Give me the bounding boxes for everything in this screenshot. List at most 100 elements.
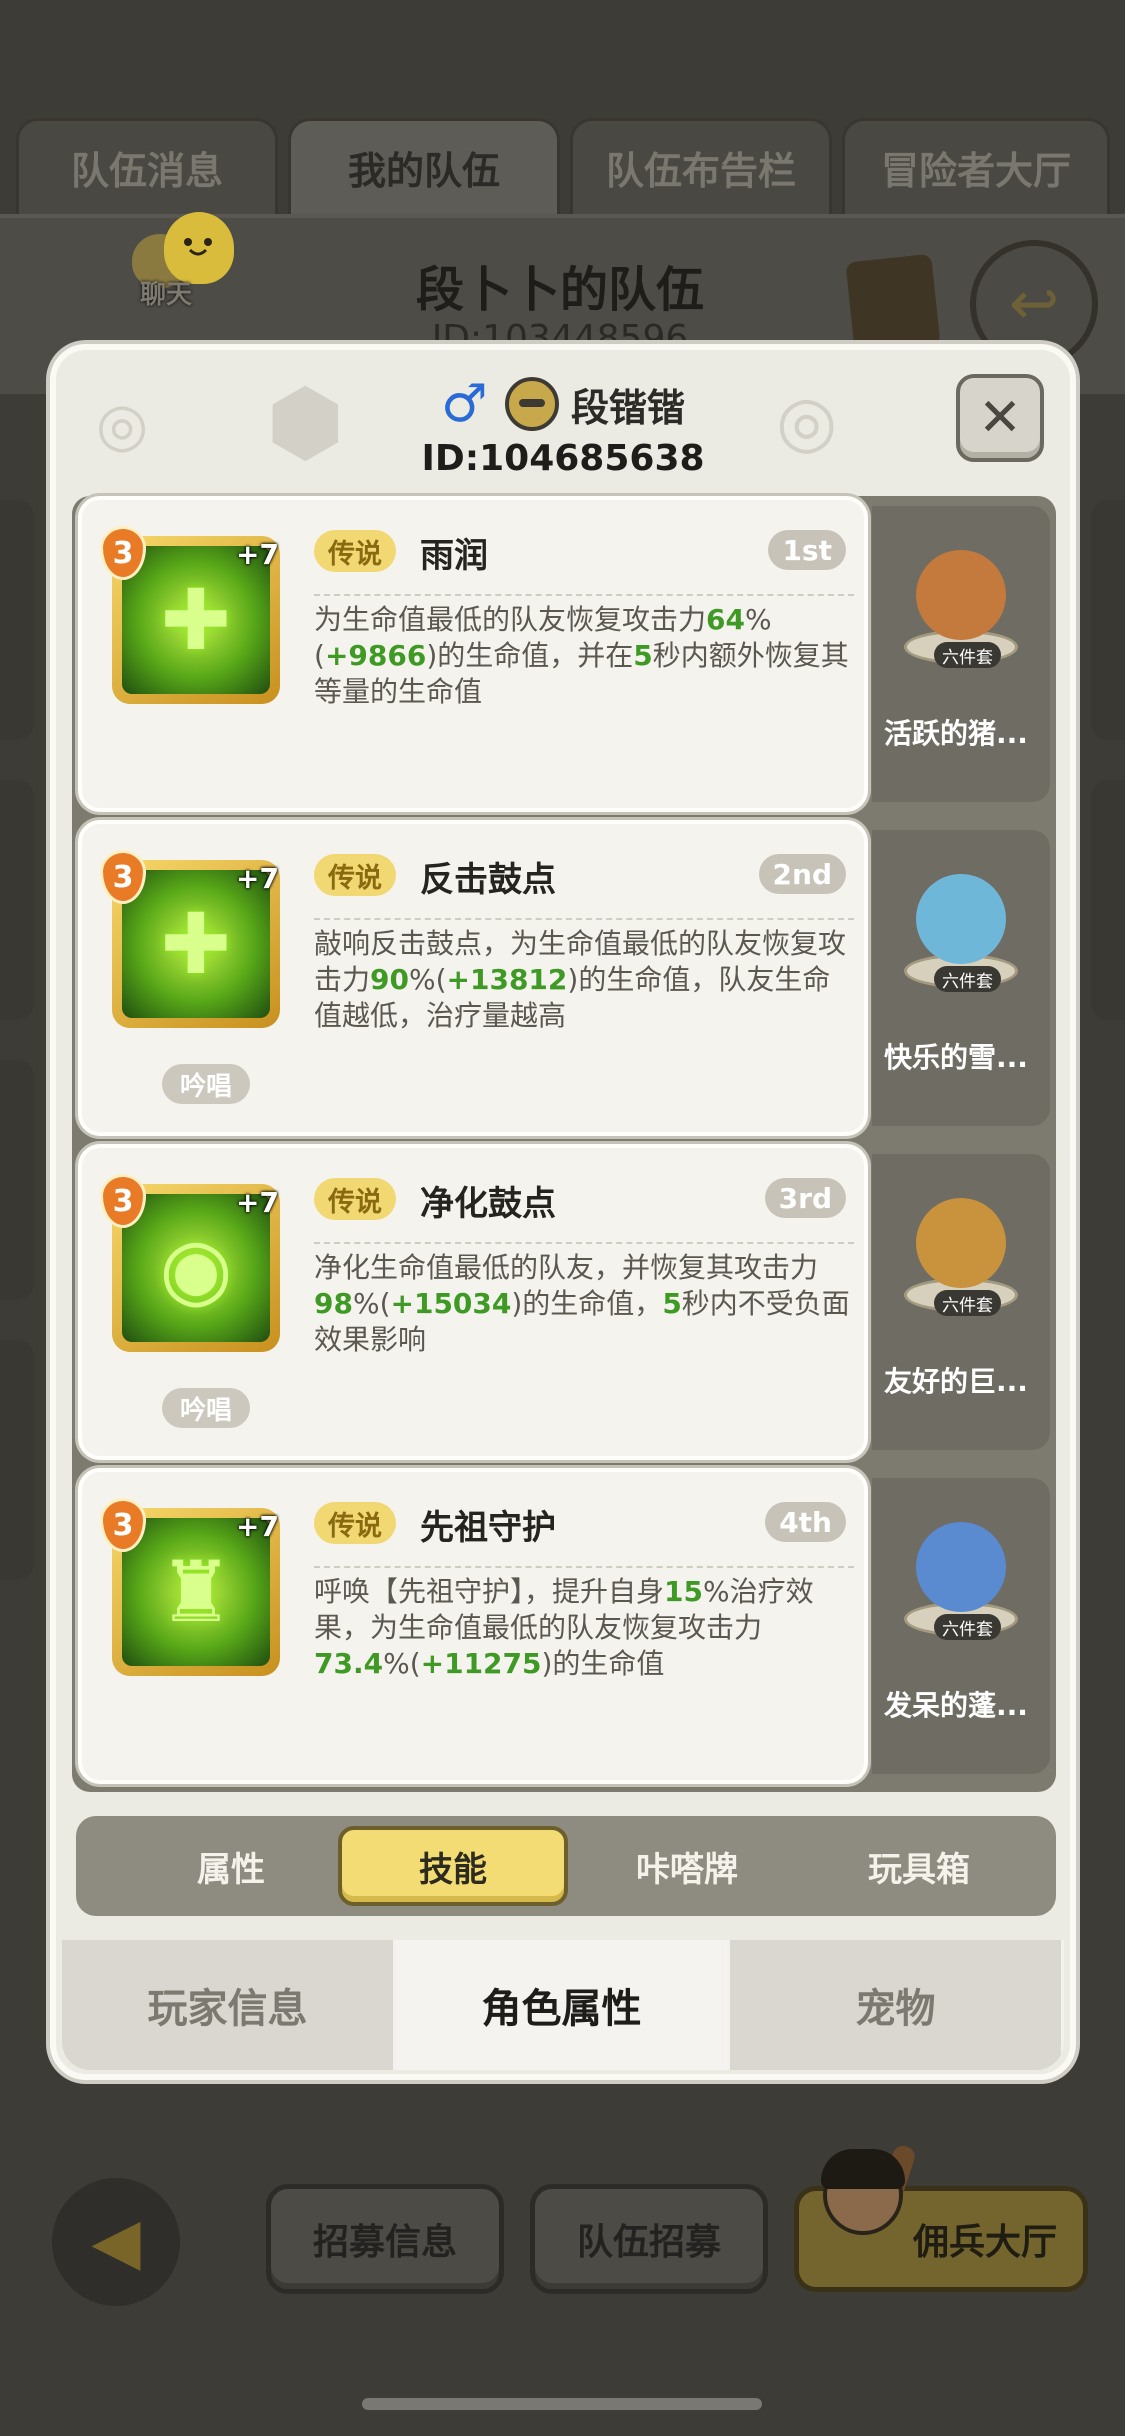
tab-my-team[interactable]: 我的队伍 xyxy=(288,118,560,214)
skill-description: 呼唤【先祖守护】，提升自身15%治疗效果，为生命值最低的队友恢复攻击力73.4%… xyxy=(314,1566,854,1682)
skill-card[interactable]: ◉ 3 +7 传说 净化鼓点 3rd 净化生命值最低的队友，并恢复其攻击力98%… xyxy=(78,1144,868,1460)
skill-slot-rank: 2nd xyxy=(758,854,846,894)
chat-label: 聊天 xyxy=(140,280,193,310)
description-text: 为生命值最低的队友恢复攻击力 xyxy=(314,603,707,636)
skill-row[interactable]: ♜ 3 +7 传说 先祖守护 4th 呼唤【先祖守护】，提升自身15%治疗效果，… xyxy=(72,1468,1056,1784)
sub-tab-kata-cards[interactable]: 咔嗒牌 xyxy=(572,1826,802,1906)
skill-description: 净化生命值最低的队友，并恢复其攻击力98%(+15034)的生命值，5秒内不受负… xyxy=(314,1242,854,1358)
player-header: ♂ 段锴锴 xyxy=(56,374,1070,434)
background-side-panel xyxy=(0,500,34,740)
skill-card[interactable]: ♜ 3 +7 传说 先祖守护 4th 呼唤【先祖守护】，提升自身15%治疗效果，… xyxy=(78,1468,868,1784)
skill-enhance-badge: +7 xyxy=(236,538,279,571)
highlight-value: +11275 xyxy=(420,1647,542,1680)
rarity-tag: 传说 xyxy=(314,1502,396,1544)
pet-name: 快乐的雪... xyxy=(884,1041,1028,1074)
rarity-tag: 传说 xyxy=(314,530,396,572)
chant-tag: 吟唱 xyxy=(162,1064,251,1104)
set-tag: 六件套 xyxy=(934,642,1001,668)
bottom-tab-pets[interactable]: 宠物 xyxy=(730,1940,1064,2070)
pet-figure: 六件套 xyxy=(896,530,1026,670)
highlight-value: +15034 xyxy=(390,1287,512,1320)
skill-card[interactable]: ✚ 3 +7 传说 雨润 1st 为生命值最低的队友恢复攻击力64%(+9866… xyxy=(78,496,868,812)
skill-slot-rank: 4th xyxy=(765,1502,846,1542)
pet-figure: 六件套 xyxy=(896,1178,1026,1318)
highlight-value: +9866 xyxy=(324,639,427,672)
tab-team-bulletin[interactable]: 队伍布告栏 xyxy=(570,118,832,214)
male-gender-icon: ♂ xyxy=(440,374,488,434)
player-name: 段锴锴 xyxy=(570,385,685,430)
player-detail-modal: ◎ ⬢ ◎ ♂ 段锴锴 ID:104685638 ✕ ✚ 3 +7 传说 雨润 … xyxy=(50,344,1076,2080)
skill-name: 雨润 xyxy=(420,536,488,576)
bottom-tab-player-info[interactable]: 玩家信息 xyxy=(62,1940,396,2070)
skill-card[interactable]: ✚ 3 +7 传说 反击鼓点 2nd 敲响反击鼓点，为生命值最低的队友恢复攻击力… xyxy=(78,820,868,1136)
highlight-value: 5 xyxy=(633,639,653,672)
background-side-panel xyxy=(1091,500,1125,740)
pet-panel[interactable]: 六件套 快乐的雪... xyxy=(872,830,1050,1126)
sub-tab-skills[interactable]: 技能 xyxy=(338,1826,568,1906)
bottom-tab-bar: 玩家信息 角色属性 宠物 xyxy=(62,1940,1064,2070)
skill-slot-rank: 1st xyxy=(768,530,846,570)
tab-team-messages[interactable]: 队伍消息 xyxy=(16,118,278,214)
skill-row[interactable]: ✚ 3 +7 传说 雨润 1st 为生命值最低的队友恢复攻击力64%(+9866… xyxy=(72,496,1056,812)
skill-list[interactable]: ✚ 3 +7 传说 雨润 1st 为生命值最低的队友恢复攻击力64%(+9866… xyxy=(72,496,1056,1792)
background-side-panel xyxy=(0,1340,34,1580)
sub-tab-attributes[interactable]: 属性 xyxy=(116,1826,346,1906)
skill-name: 反击鼓点 xyxy=(420,860,556,900)
pet-figure: 六件套 xyxy=(896,854,1026,994)
recruit-info-button[interactable]: 招募信息 xyxy=(266,2184,504,2294)
pet-name: 活跃的猪... xyxy=(884,717,1028,750)
sub-tab-bar: 属性 技能 咔嗒牌 玩具箱 xyxy=(76,1816,1056,1916)
highlight-value: 5 xyxy=(662,1287,682,1320)
background-side-panel xyxy=(0,780,34,1020)
close-icon: ✕ xyxy=(978,388,1022,448)
pet-panel[interactable]: 六件套 活跃的猪... xyxy=(872,506,1050,802)
bottom-tab-character-attributes[interactable]: 角色属性 xyxy=(396,1940,730,2070)
chant-tag: 吟唱 xyxy=(162,1388,251,1428)
description-text: 净化生命值最低的队友，并恢复其攻击力 xyxy=(314,1251,819,1284)
scroll-icon[interactable] xyxy=(845,253,941,355)
set-tag: 六件套 xyxy=(934,966,1001,992)
background-tab-bar: 队伍消息 我的队伍 队伍布告栏 冒险者大厅 xyxy=(16,118,1110,214)
highlight-value: 98 xyxy=(314,1287,353,1320)
pet-name: 发呆的蓬... xyxy=(884,1689,1028,1722)
set-tag: 六件套 xyxy=(934,1614,1001,1640)
skill-description: 敲响反击鼓点，为生命值最低的队友恢复攻击力90%(+13812)的生命值，队友生… xyxy=(314,918,854,1034)
chat-button[interactable]: 聊天 xyxy=(130,212,250,312)
tab-adventurer-hall[interactable]: 冒险者大厅 xyxy=(842,118,1110,214)
team-recruit-button[interactable]: 队伍招募 xyxy=(530,2184,768,2294)
skill-name: 净化鼓点 xyxy=(420,1184,556,1224)
highlight-value: 90 xyxy=(370,963,409,996)
player-id: ID:104685638 xyxy=(421,438,705,479)
highlight-value: +13812 xyxy=(446,963,568,996)
skill-enhance-badge: +7 xyxy=(236,1510,279,1543)
sub-tab-toy-box[interactable]: 玩具箱 xyxy=(804,1826,1034,1906)
description-text: 呼唤【先祖守护】，提升自身 xyxy=(314,1575,665,1608)
description-text: %( xyxy=(408,963,447,996)
description-text: %( xyxy=(352,1287,391,1320)
back-arrow-icon: ◀ xyxy=(91,2205,141,2279)
background-side-panel xyxy=(1091,780,1125,1020)
home-indicator[interactable] xyxy=(362,2398,762,2410)
caveman-avatar-icon xyxy=(815,2143,918,2275)
player-avatar[interactable] xyxy=(504,377,559,431)
pet-name: 友好的巨... xyxy=(884,1365,1028,1398)
mercenary-hall-button[interactable]: 佣兵大厅 xyxy=(794,2143,1088,2292)
back-button[interactable]: ◀ xyxy=(52,2178,180,2306)
description-text: )的生命值， xyxy=(511,1287,663,1320)
close-button[interactable]: ✕ xyxy=(956,374,1044,462)
pet-panel[interactable]: 六件套 友好的巨... xyxy=(872,1154,1050,1450)
skill-name: 先祖守护 xyxy=(420,1508,556,1548)
skill-description: 为生命值最低的队友恢复攻击力64%(+9866)的生命值，并在5秒内额外恢复其等… xyxy=(314,594,854,710)
description-text: )的生命值 xyxy=(541,1647,665,1680)
skill-row[interactable]: ✚ 3 +7 传说 反击鼓点 2nd 敲响反击鼓点，为生命值最低的队友恢复攻击力… xyxy=(72,820,1056,1136)
rarity-tag: 传说 xyxy=(314,1178,396,1220)
skill-row[interactable]: ◉ 3 +7 传说 净化鼓点 3rd 净化生命值最低的队友，并恢复其攻击力98%… xyxy=(72,1144,1056,1460)
skill-enhance-badge: +7 xyxy=(236,862,279,895)
skill-enhance-badge: +7 xyxy=(236,1186,279,1219)
description-text: )的生命值，并在 xyxy=(426,639,634,672)
skill-slot-rank: 3rd xyxy=(764,1178,846,1218)
background-side-panel xyxy=(0,1060,34,1300)
mercenary-hall-label: 佣兵大厅 xyxy=(912,2222,1057,2263)
highlight-value: 73.4 xyxy=(314,1647,384,1680)
pet-panel[interactable]: 六件套 发呆的蓬... xyxy=(872,1478,1050,1774)
